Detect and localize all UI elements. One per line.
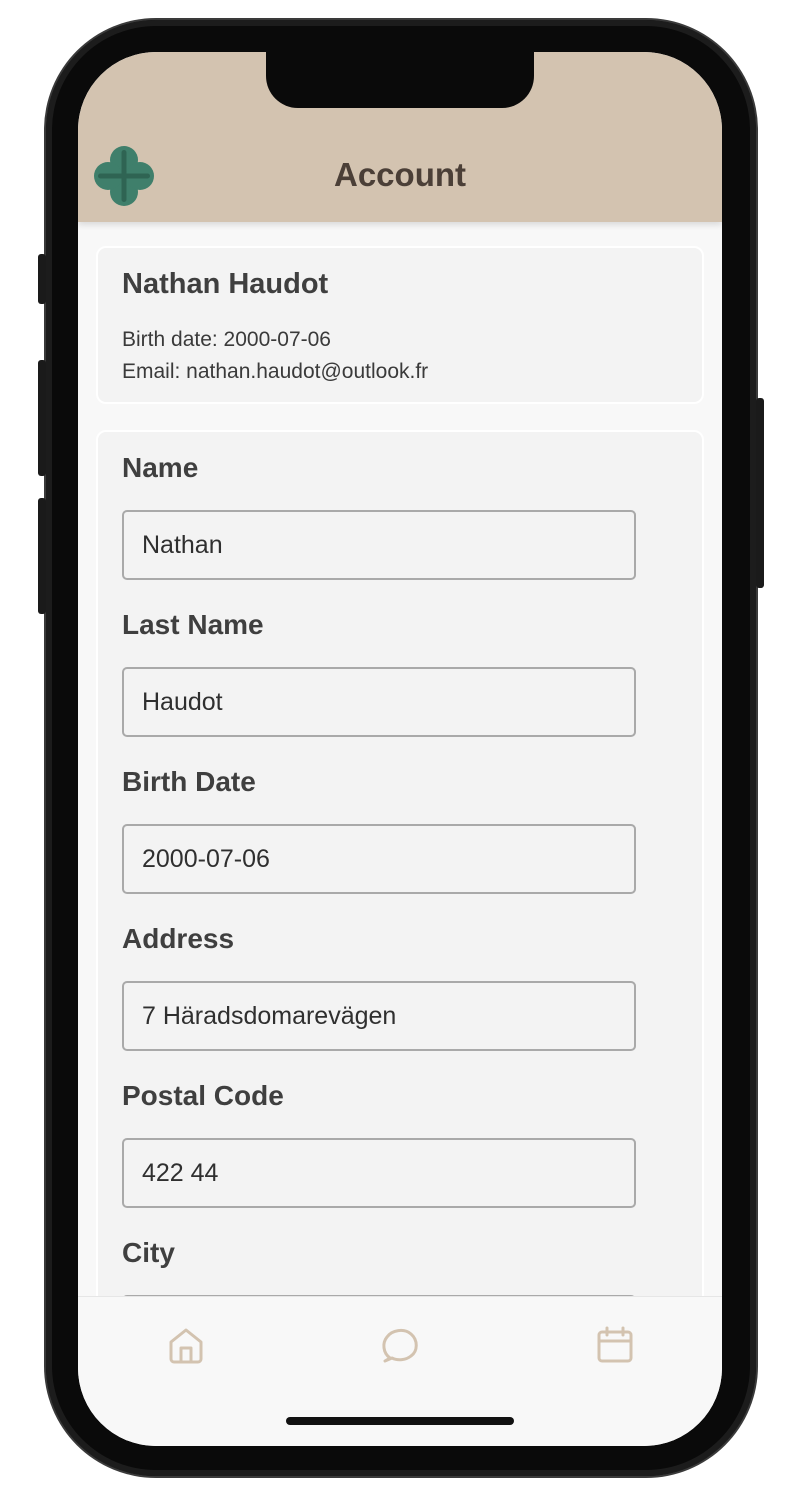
- bottom-tab-bar: [78, 1296, 722, 1446]
- volume-up-button: [38, 360, 46, 476]
- chat-icon[interactable]: [378, 1323, 422, 1367]
- account-content[interactable]: Nathan Haudot Birth date: 2000-07-06 Ema…: [78, 222, 722, 1296]
- city-label: City: [122, 1237, 175, 1268]
- profile-card: Nathan Haudot Birth date: 2000-07-06 Ema…: [96, 246, 704, 404]
- last-name-field[interactable]: [122, 667, 636, 737]
- name-field[interactable]: [122, 510, 636, 580]
- address-field[interactable]: [122, 981, 636, 1051]
- postal-code-field[interactable]: [122, 1138, 636, 1208]
- birth-date-field[interactable]: [122, 824, 636, 894]
- last-name-label: Last Name: [122, 609, 264, 640]
- app-screen: Account Nathan Haudot Birth date: 2000-0…: [78, 52, 722, 1446]
- postal-code-label: Postal Code: [122, 1080, 284, 1111]
- mute-switch: [38, 254, 46, 304]
- profile-email: Email: nathan.haudot@outlook.fr: [122, 360, 429, 383]
- calendar-icon[interactable]: [593, 1323, 637, 1367]
- power-button: [756, 398, 764, 588]
- name-label: Name: [122, 452, 199, 483]
- account-form: Name Last Name Birth Date Address Postal…: [96, 430, 704, 1296]
- profile-name: Nathan Haudot: [122, 268, 329, 300]
- home-indicator[interactable]: [286, 1417, 514, 1425]
- home-icon[interactable]: [164, 1323, 208, 1367]
- notch: [266, 52, 534, 108]
- profile-birth-date: Birth date: 2000-07-06: [122, 328, 331, 351]
- address-label: Address: [122, 923, 235, 954]
- page-title: Account: [334, 156, 466, 193]
- birth-date-label: Birth Date: [122, 766, 256, 797]
- volume-down-button: [38, 498, 46, 614]
